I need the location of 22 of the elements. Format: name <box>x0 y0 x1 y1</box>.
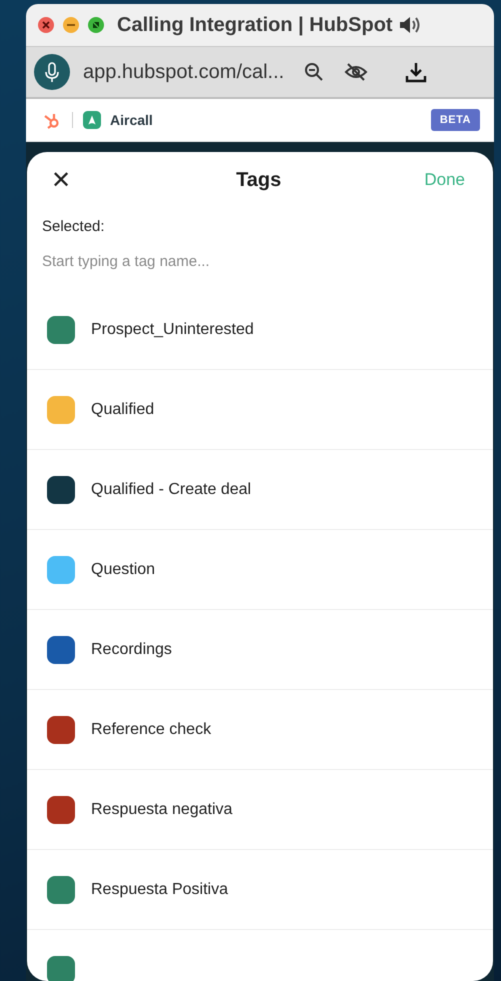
sheet-title: Tags <box>236 168 282 192</box>
tag-item[interactable]: Question <box>27 530 493 610</box>
fullscreen-window-icon[interactable] <box>88 17 104 33</box>
app-name: Aircall <box>110 112 153 128</box>
tag-item[interactable]: Recordings <box>27 610 493 690</box>
url-text[interactable]: app.hubspot.com/cal... <box>83 60 284 84</box>
tag-item[interactable]: Reference check <box>27 690 493 770</box>
window-title: Calling Integration | HubSpot <box>117 14 393 36</box>
selected-label: Selected: <box>42 218 105 235</box>
tag-item[interactable]: Respuesta negativa <box>27 770 493 850</box>
tag-item[interactable]: Qualified <box>27 370 493 450</box>
tag-item[interactable]: Respuesta Positiva <box>27 850 493 930</box>
download-icon[interactable] <box>404 60 428 84</box>
close-window-icon[interactable] <box>38 17 54 33</box>
aircall-logo-icon <box>83 111 101 129</box>
tag-item[interactable]: Qualified - Create deal <box>27 450 493 530</box>
minimize-window-icon[interactable] <box>63 17 79 33</box>
microphone-icon[interactable] <box>34 54 70 90</box>
tag-item[interactable]: Prospect_Uninterested <box>27 290 493 370</box>
speaker-icon <box>398 15 422 35</box>
beta-badge: BETA <box>430 109 480 131</box>
close-button[interactable]: ✕ <box>49 166 73 194</box>
